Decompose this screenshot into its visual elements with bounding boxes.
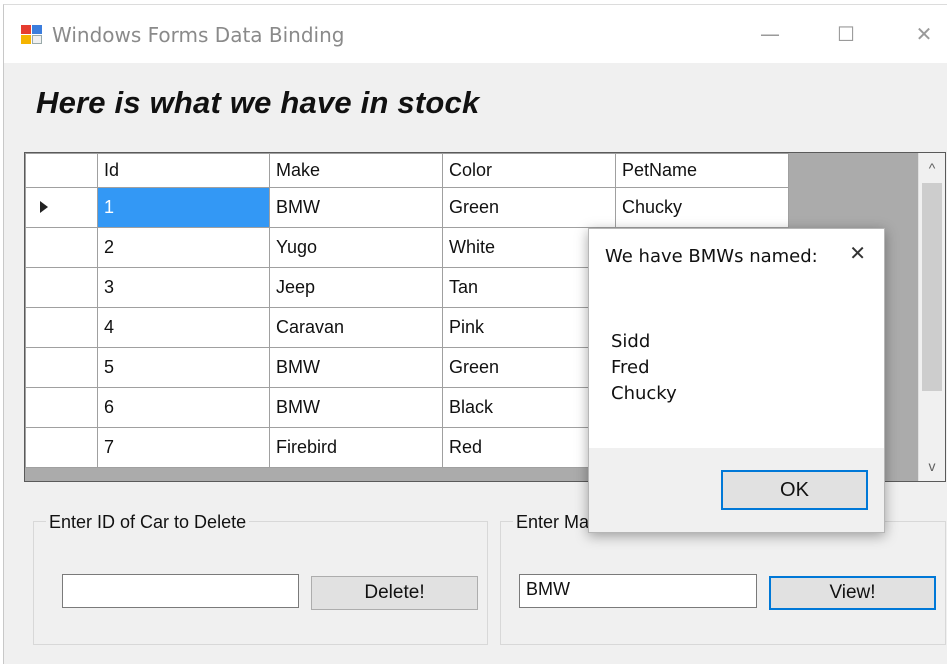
ok-button[interactable]: OK: [721, 470, 868, 510]
scroll-thumb[interactable]: [922, 183, 942, 391]
close-button[interactable]: ✕: [904, 19, 944, 49]
header-row: Id Make Color PetName: [25, 153, 789, 188]
row-header[interactable]: [25, 267, 98, 308]
column-header-color[interactable]: Color: [442, 153, 616, 188]
cell-id[interactable]: 1: [97, 187, 270, 228]
message-box: We have BMWs named: ✕ Sidd Fred Chucky O…: [588, 228, 885, 533]
scroll-down-arrow-icon[interactable]: v: [919, 453, 945, 479]
cell-petname[interactable]: Chucky: [615, 187, 789, 228]
cell-make[interactable]: BMW: [269, 387, 443, 428]
bmw-name: Fred: [611, 357, 650, 378]
cell-make[interactable]: Jeep: [269, 267, 443, 308]
cell-make[interactable]: Caravan: [269, 307, 443, 348]
cell-id[interactable]: 7: [97, 427, 270, 468]
delete-id-input[interactable]: [62, 574, 299, 608]
bmw-name: Chucky: [611, 383, 677, 404]
view-button[interactable]: View!: [769, 576, 936, 610]
message-box-title: We have BMWs named:: [605, 246, 818, 267]
cell-make[interactable]: BMW: [269, 347, 443, 388]
window-title: Windows Forms Data Binding: [52, 23, 345, 47]
column-header-id[interactable]: Id: [97, 153, 270, 188]
cell-id[interactable]: 2: [97, 227, 270, 268]
minimize-button[interactable]: —: [750, 19, 790, 49]
delete-button[interactable]: Delete!: [311, 576, 478, 610]
app-icon: [21, 25, 43, 45]
vertical-scrollbar[interactable]: ^ v: [918, 153, 945, 481]
message-box-footer: OK: [589, 448, 884, 532]
row-header-corner[interactable]: [25, 153, 98, 188]
make-input[interactable]: BMW: [519, 574, 757, 608]
bmw-name: Sidd: [611, 331, 651, 352]
page-heading: Here is what we have in stock: [36, 85, 480, 120]
view-groupbox: Enter Ma BMW View!: [500, 512, 946, 645]
row-header[interactable]: [25, 187, 98, 228]
column-header-make[interactable]: Make: [269, 153, 443, 188]
message-box-close-icon[interactable]: ✕: [849, 241, 866, 265]
scroll-up-arrow-icon[interactable]: ^: [919, 155, 945, 181]
row-header[interactable]: [25, 227, 98, 268]
delete-groupbox: Enter ID of Car to Delete Delete!: [33, 512, 488, 645]
cell-color[interactable]: Green: [442, 187, 616, 228]
cell-make[interactable]: Yugo: [269, 227, 443, 268]
message-box-text: Sidd Fred Chucky: [611, 329, 677, 407]
row-header[interactable]: [25, 347, 98, 388]
maximize-button[interactable]: ☐: [826, 19, 866, 49]
row-header[interactable]: [25, 387, 98, 428]
cell-id[interactable]: 4: [97, 307, 270, 348]
cell-id[interactable]: 5: [97, 347, 270, 388]
cell-make[interactable]: BMW: [269, 187, 443, 228]
title-bar[interactable]: Windows Forms Data Binding — ☐ ✕: [4, 5, 947, 63]
row-header[interactable]: [25, 307, 98, 348]
table-row[interactable]: 1 BMW Green Chucky: [25, 187, 789, 228]
row-header[interactable]: [25, 427, 98, 468]
delete-group-label: Enter ID of Car to Delete: [46, 512, 250, 533]
cell-id[interactable]: 3: [97, 267, 270, 308]
view-group-label: Enter Ma: [513, 512, 593, 533]
column-header-petname[interactable]: PetName: [615, 153, 789, 188]
cell-make[interactable]: Firebird: [269, 427, 443, 468]
current-row-arrow-icon: [40, 201, 48, 213]
cell-id[interactable]: 6: [97, 387, 270, 428]
